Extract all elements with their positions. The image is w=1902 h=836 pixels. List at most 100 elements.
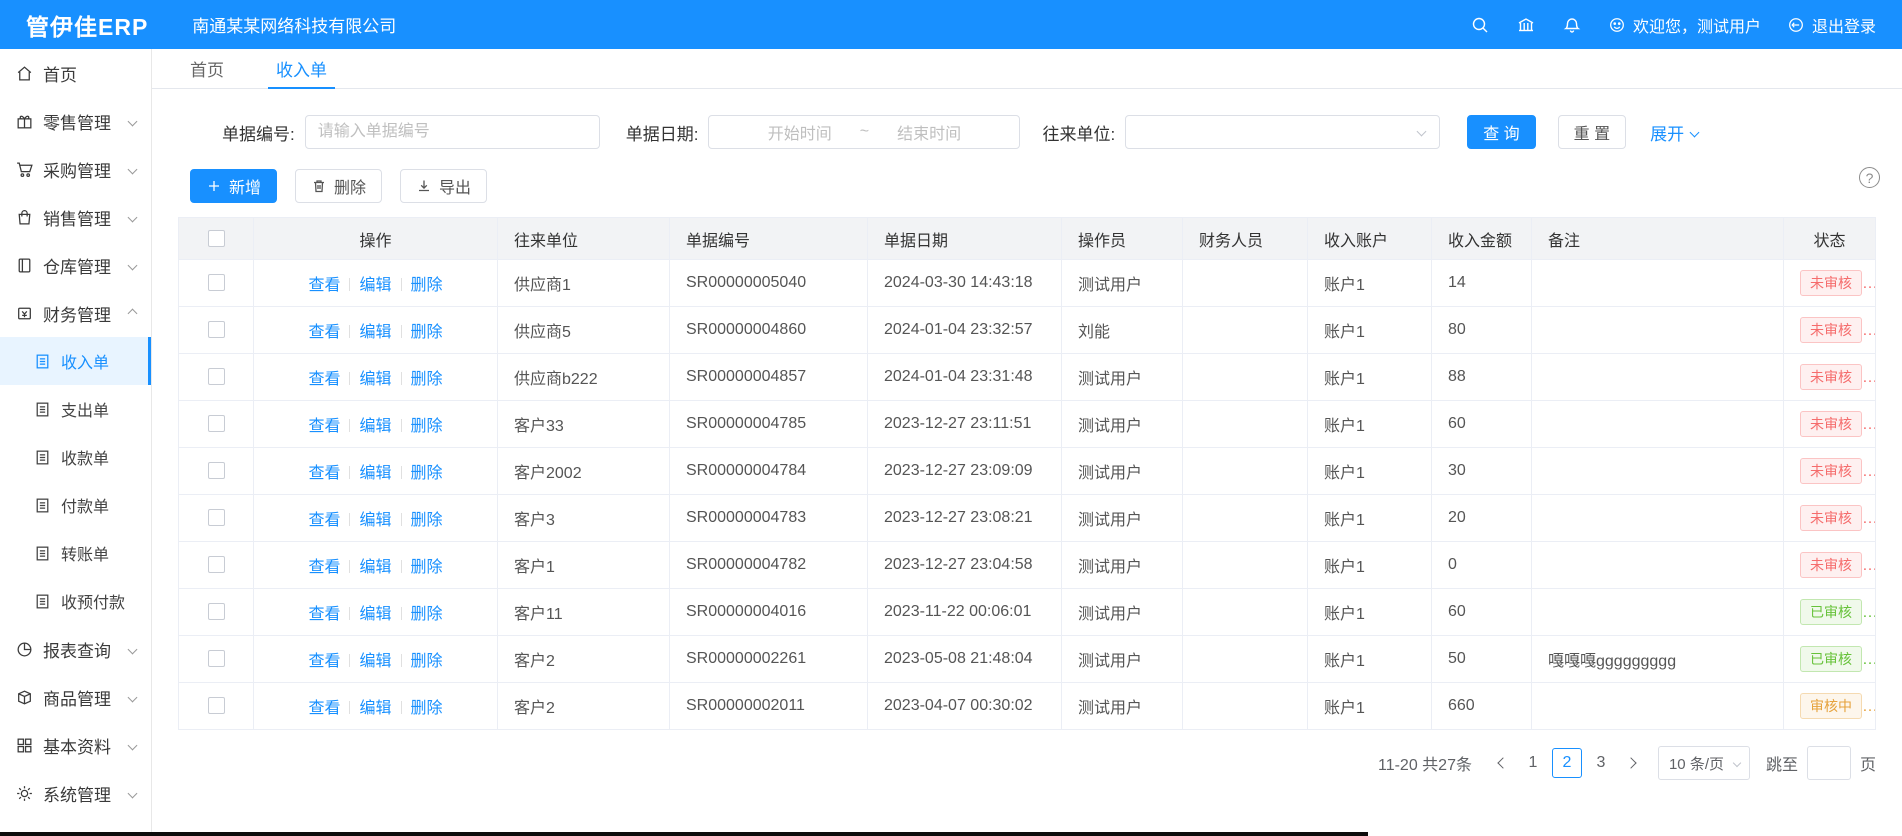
edit-link[interactable]: 编辑 xyxy=(359,277,391,294)
prev-page-button[interactable] xyxy=(1488,748,1518,778)
chevron-icon xyxy=(128,740,138,750)
sidebar-item[interactable]: 收预付款 xyxy=(0,577,151,625)
next-page-button[interactable] xyxy=(1616,748,1646,778)
sidebar-item[interactable]: 转账单 xyxy=(0,529,151,577)
cell-amount: 80 xyxy=(1432,307,1532,354)
delete-link[interactable]: 删除 xyxy=(411,371,443,388)
export-button[interactable]: 导出 xyxy=(400,169,487,203)
sidebar-item-label: 销售管理 xyxy=(43,205,111,230)
row-checkbox[interactable] xyxy=(208,321,225,338)
row-checkbox[interactable] xyxy=(208,509,225,526)
logout-button[interactable]: 退出登录 xyxy=(1787,13,1876,37)
view-link[interactable]: 查看 xyxy=(308,277,340,294)
tab[interactable]: 首页 xyxy=(182,49,232,89)
view-link[interactable]: 查看 xyxy=(308,653,340,670)
view-link[interactable]: 查看 xyxy=(308,512,340,529)
status-badge: 已审核 xyxy=(1800,646,1862,672)
bank-icon[interactable] xyxy=(1516,15,1536,35)
delete-link[interactable]: 删除 xyxy=(411,653,443,670)
search-icon[interactable] xyxy=(1470,15,1490,35)
add-button[interactable]: 新增 xyxy=(190,169,277,203)
delete-link[interactable]: 删除 xyxy=(411,277,443,294)
delete-link[interactable]: 删除 xyxy=(411,418,443,435)
jump-page-input[interactable] xyxy=(1807,746,1851,780)
sidebar-item[interactable]: 财务管理 xyxy=(0,289,151,337)
chevron-icon xyxy=(128,308,138,318)
sidebar-item[interactable]: 收款单 xyxy=(0,433,151,481)
warehouse-icon xyxy=(15,256,34,275)
sidebar-item[interactable]: 零售管理 xyxy=(0,97,151,145)
delete-link[interactable]: 删除 xyxy=(411,324,443,341)
reset-button[interactable]: 重 置 xyxy=(1558,115,1626,149)
edit-link[interactable]: 编辑 xyxy=(359,606,391,623)
sidebar-item[interactable]: 付款单 xyxy=(0,481,151,529)
page-number[interactable]: 1 xyxy=(1518,748,1548,778)
edit-link[interactable]: 编辑 xyxy=(359,324,391,341)
row-checkbox[interactable] xyxy=(208,603,225,620)
row-checkbox[interactable] xyxy=(208,556,225,573)
page-number[interactable]: 2 xyxy=(1552,748,1582,778)
sidebar-item[interactable]: 仓库管理 xyxy=(0,241,151,289)
cell-remark xyxy=(1532,307,1784,354)
view-link[interactable]: 查看 xyxy=(308,606,340,623)
date-range-picker[interactable]: 开始时间 ~ 结束时间 xyxy=(708,115,1020,149)
sidebar-item[interactable]: 首页 xyxy=(0,49,151,97)
row-checkbox[interactable] xyxy=(208,368,225,385)
link-divider xyxy=(401,560,402,573)
view-link[interactable]: 查看 xyxy=(308,465,340,482)
help-icon[interactable] xyxy=(1859,167,1880,188)
delete-link[interactable]: 删除 xyxy=(411,606,443,623)
link-divider xyxy=(349,513,350,526)
edit-link[interactable]: 编辑 xyxy=(359,653,391,670)
delete-link[interactable]: 删除 xyxy=(411,559,443,576)
sidebar-item[interactable]: 基本资料 xyxy=(0,721,151,769)
sidebar-item[interactable]: 销售管理 xyxy=(0,193,151,241)
tab[interactable]: 收入单 xyxy=(268,49,335,89)
cell-remark xyxy=(1532,448,1784,495)
cell-remark xyxy=(1532,401,1784,448)
search-button[interactable]: 查 询 xyxy=(1467,115,1535,149)
sidebar-item-label: 基本资料 xyxy=(43,733,111,758)
welcome-user[interactable]: 欢迎您，测试用户 xyxy=(1608,13,1761,37)
edit-link[interactable]: 编辑 xyxy=(359,700,391,717)
sidebar-item[interactable]: 系统管理 xyxy=(0,769,151,817)
page-size-select[interactable]: 10 条/页 xyxy=(1658,746,1750,780)
select-all-checkbox[interactable] xyxy=(208,230,225,247)
expand-link[interactable]: 展开 xyxy=(1650,120,1698,145)
edit-link[interactable]: 编辑 xyxy=(359,418,391,435)
link-divider xyxy=(401,325,402,338)
sidebar-item[interactable]: 支出单 xyxy=(0,385,151,433)
cell-bill-no: SR00000004860 xyxy=(670,307,868,354)
row-checkbox[interactable] xyxy=(208,462,225,479)
row-checkbox[interactable] xyxy=(208,274,225,291)
view-link[interactable]: 查看 xyxy=(308,324,340,341)
cell-partner: 客户2 xyxy=(498,636,670,683)
sidebar-item[interactable]: 报表查询 xyxy=(0,625,151,673)
view-link[interactable]: 查看 xyxy=(308,418,340,435)
delete-link[interactable]: 删除 xyxy=(411,465,443,482)
view-link[interactable]: 查看 xyxy=(308,371,340,388)
sidebar-item[interactable]: 收入单 xyxy=(0,337,151,385)
delete-link[interactable]: 删除 xyxy=(411,512,443,529)
cell-amount: 14 xyxy=(1432,260,1532,307)
edit-link[interactable]: 编辑 xyxy=(359,465,391,482)
page-number[interactable]: 3 xyxy=(1586,748,1616,778)
bill-no-input[interactable] xyxy=(305,115,600,149)
sidebar-item[interactable]: 商品管理 xyxy=(0,673,151,721)
cell-date: 2023-12-27 23:09:09 xyxy=(868,448,1062,495)
edit-link[interactable]: 编辑 xyxy=(359,371,391,388)
delete-link[interactable]: 删除 xyxy=(411,700,443,717)
row-checkbox[interactable] xyxy=(208,650,225,667)
view-link[interactable]: 查看 xyxy=(308,700,340,717)
edit-link[interactable]: 编辑 xyxy=(359,559,391,576)
link-divider xyxy=(401,372,402,385)
view-link[interactable]: 查看 xyxy=(308,559,340,576)
partner-select[interactable] xyxy=(1125,115,1440,149)
bell-icon[interactable] xyxy=(1562,15,1582,35)
row-checkbox[interactable] xyxy=(208,697,225,714)
cell-bill-no: SR00000002011 xyxy=(670,683,868,730)
row-checkbox[interactable] xyxy=(208,415,225,432)
edit-link[interactable]: 编辑 xyxy=(359,512,391,529)
delete-button[interactable]: 删除 xyxy=(295,169,382,203)
sidebar-item[interactable]: 采购管理 xyxy=(0,145,151,193)
